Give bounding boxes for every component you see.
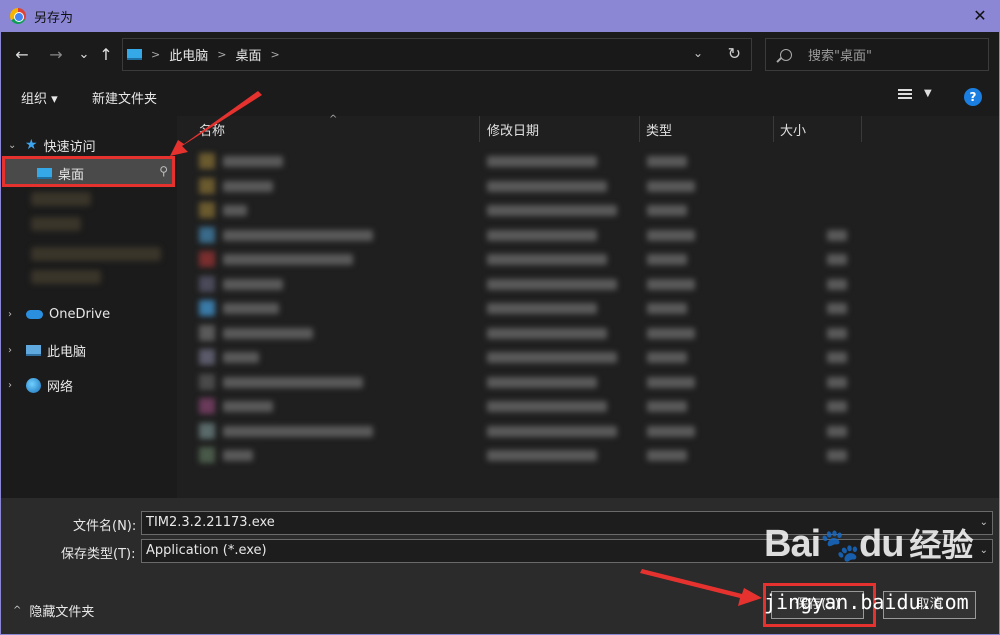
- baidu-watermark: Bai🐾du 经验: [764, 520, 973, 566]
- arrow-to-desktop: [170, 91, 262, 156]
- baidu-logo-paw: 🐾: [820, 527, 860, 563]
- baidu-url: jingyan.baidu.com: [764, 590, 969, 614]
- arrow-to-save: [640, 569, 762, 606]
- baidu-logo-cn: 经验: [909, 526, 974, 564]
- baidu-logo-suffix: du: [858, 523, 904, 565]
- baidu-logo: Bai: [764, 523, 821, 565]
